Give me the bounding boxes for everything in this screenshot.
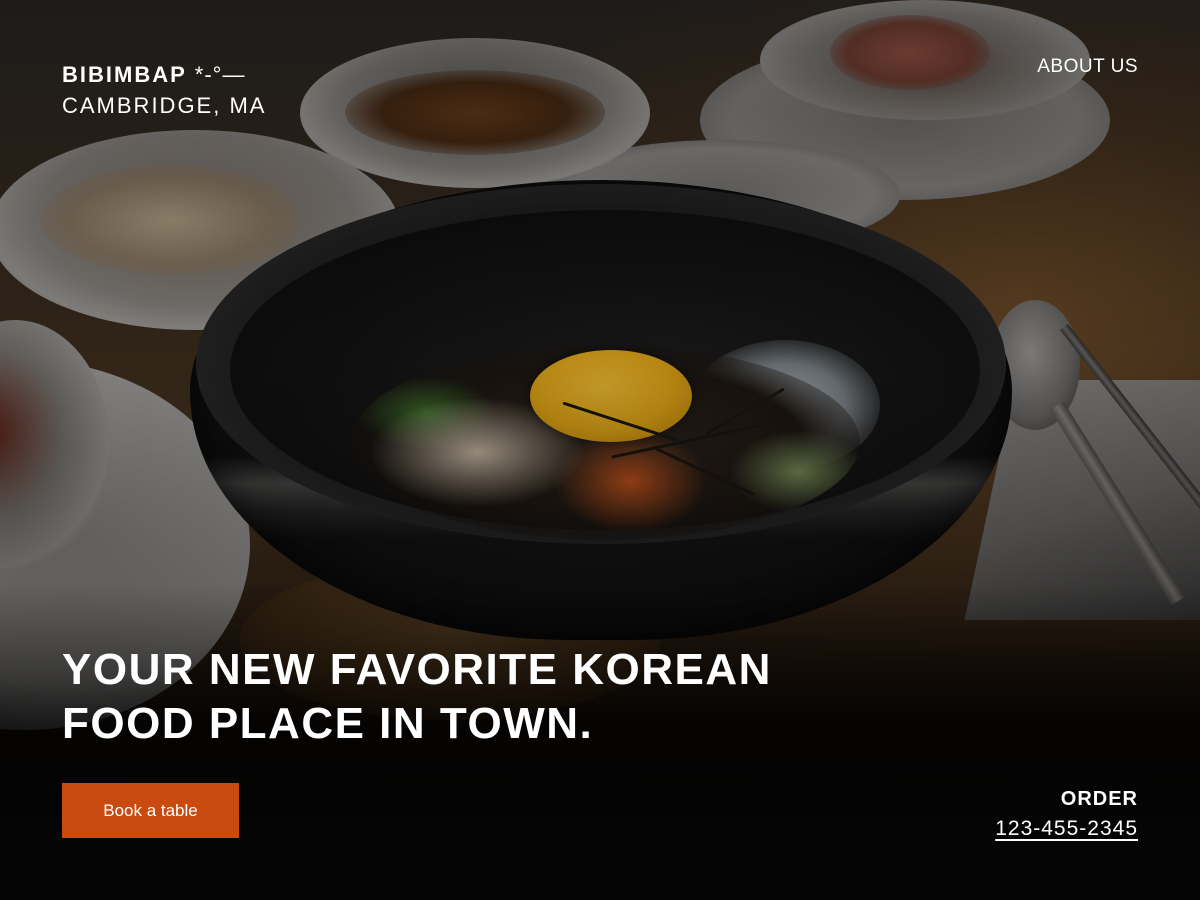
headline-line-1: YOUR NEW FAVORITE KOREAN	[62, 645, 772, 694]
brand-name-line: BIBIMBAP *-°—	[62, 60, 266, 90]
headline-line-2: FOOD PLACE IN TOWN.	[62, 699, 594, 748]
brand-location: CAMBRIDGE, MA	[62, 93, 267, 118]
bibimbap-photo	[0, 0, 1200, 900]
dark-gradient-overlay	[0, 0, 1200, 900]
hero-section: BIBIMBAP *-°— CAMBRIDGE, MA ABOUT US YOUR…	[0, 0, 1200, 900]
order-block: ORDER 123-455-2345	[995, 785, 1138, 841]
brand-logo[interactable]: BIBIMBAP *-°— CAMBRIDGE, MA	[62, 60, 266, 122]
order-label: ORDER	[1060, 788, 1138, 810]
brand-glyph: *-°—	[194, 62, 246, 87]
brand-name: BIBIMBAP	[62, 62, 187, 87]
nav-about-us-link[interactable]: ABOUT US	[1037, 56, 1138, 78]
hero-headline: YOUR NEW FAVORITE KOREAN FOOD PLACE IN T…	[62, 643, 782, 751]
order-phone-link[interactable]: 123-455-2345	[995, 817, 1138, 841]
book-table-button[interactable]: Book a table	[62, 783, 239, 838]
